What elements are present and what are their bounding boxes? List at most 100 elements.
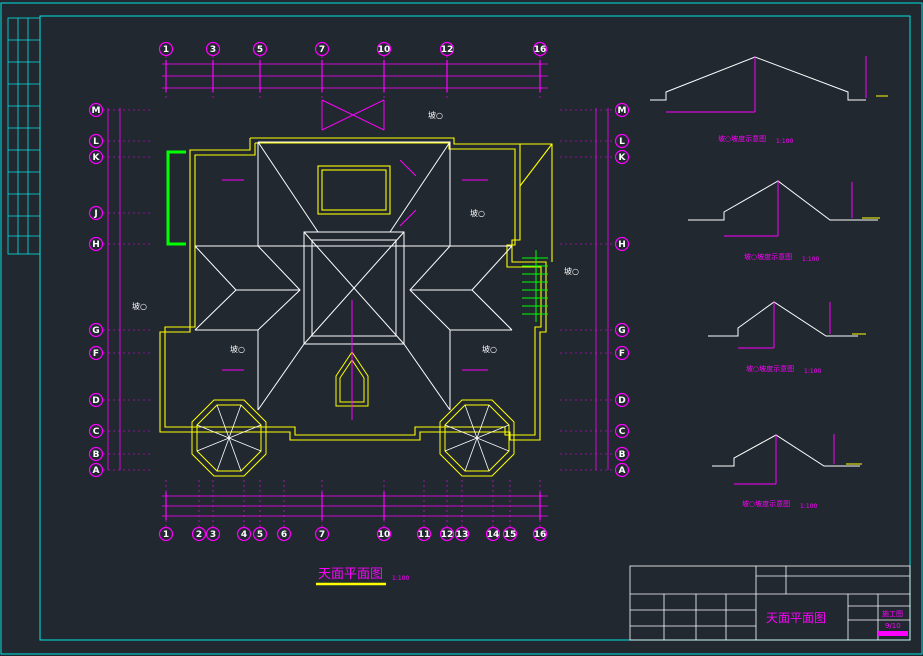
axis-label: M [92,106,101,116]
axis-label: H [618,240,626,250]
axis-top-12: 12 [439,41,455,57]
axis-label: 3 [210,45,216,55]
axis-label: 5 [257,45,263,55]
section-title: 坡○坡度示意图 [746,364,794,373]
axis-label: D [618,396,625,406]
axis-label: L [93,137,99,147]
axis-label: 11 [418,530,431,540]
axis-label: 1 [163,45,169,55]
plan-scale: 1:100 [392,575,409,582]
title-block-stage: 施工图 [882,609,903,618]
parapet-walls [159,137,553,441]
axis-label: 13 [456,530,469,540]
axis-top-5: 5 [252,41,268,57]
axis-label: 12 [441,45,454,55]
right-turret [439,399,515,477]
axis-bottom-3: 3 [205,526,221,542]
title-block-stamp-bar [878,631,908,636]
axis-top-16: 16 [532,41,548,57]
axis-left-L: L [88,133,104,149]
axis-top-1: 1 [158,41,174,57]
section-scale: 1:100 [776,138,793,145]
axis-bottom-2: 2 [191,526,207,542]
axis-bottom-15: 15 [502,526,518,542]
axis-label: 16 [534,530,547,540]
section-title: 坡○坡度示意图 [742,499,790,508]
axis-label: B [619,450,626,460]
axis-right-L: L [614,133,630,149]
revision-strip [7,17,41,255]
axis-bottom-5: 5 [252,526,268,542]
axis-label: K [619,153,627,163]
axis-left-H: H [88,236,104,252]
section-1 [650,56,888,113]
section-4 [712,434,862,485]
axis-bottom-12: 12 [439,526,455,542]
axis-right-F: F [614,345,630,361]
axis-bottom-10: 10 [376,526,392,542]
section-3 [708,301,866,349]
axis-label: 12 [441,530,454,540]
axis-left-M: M [88,102,104,118]
axis-bottom-16: 16 [532,526,548,542]
axis-label: A [93,466,100,476]
axis-label: 14 [487,530,500,540]
axis-left-G: G [88,322,104,338]
cad-drawing-canvas: 1 3 5 7 10 12 161 2 3 4 5 6 7 10 11 12 13 14 15 16MLKJHGFDC… [0,2,923,655]
section-scale: 1:100 [804,368,821,375]
title-block [629,565,911,641]
axis-right-D: D [614,392,630,408]
axis-top-7: 7 [314,41,330,57]
roof-plan [159,99,553,477]
axis-label: B [93,450,100,460]
axis-label: 3 [210,530,216,540]
axis-left-C: C [88,423,104,439]
axis-label: L [619,137,625,147]
slope-mark: 坡○ [470,208,485,218]
axis-bottom-14: 14 [485,526,501,542]
axis-bottom-13: 13 [454,526,470,542]
axis-right-B: B [614,446,630,462]
axis-grid: 1 3 5 7 10 12 161 2 3 4 5 6 7 10 11 12 13 14 15 16MLKJHGFDC… [88,41,630,542]
axis-label: C [619,427,626,437]
axis-label: 16 [534,45,547,55]
axis-label: A [619,466,626,476]
axis-label: D [92,396,99,406]
axis-bottom-4: 4 [236,526,252,542]
axis-label: 15 [504,530,517,540]
axis-label: 6 [281,530,287,540]
axis-label: K [93,153,101,163]
section-scale: 1:100 [800,503,817,510]
plan-title: 天面平面图 [318,567,383,582]
axis-label: C [93,427,100,437]
axis-left-B: B [88,446,104,462]
axis-label: 7 [319,530,325,540]
title-block-drawing-name: 天面平面图 [766,611,826,625]
axis-label: F [93,349,99,359]
axis-left-J: J [88,205,104,221]
section-scale: 1:100 [802,256,819,263]
title-block-sheet: 9/10 [885,622,901,630]
slope-mark: 坡○ [132,301,147,311]
axis-bottom-1: 1 [158,526,174,542]
axis-label: G [92,326,99,336]
axis-right-H: H [614,236,630,252]
section-title: 坡○坡度示意图 [718,134,766,143]
slope-mark: 坡○ [230,344,245,354]
axis-right-K: K [614,149,630,165]
axis-top-3: 3 [205,41,221,57]
slope-mark: 坡○ [428,110,443,120]
section-title: 坡○坡度示意图 [744,252,792,261]
axis-label: G [618,326,625,336]
axis-bottom-6: 6 [276,526,292,542]
drawing-frame [0,2,923,655]
axis-label: 10 [378,530,391,540]
axis-label: 7 [319,45,325,55]
axis-label: M [618,106,627,116]
axis-label: 10 [378,45,391,55]
axis-bottom-7: 7 [314,526,330,542]
axis-label: J [93,209,97,219]
plan-title-block: 天面平面图 1:100 [316,567,409,586]
axis-label: 5 [257,530,263,540]
axis-bottom-11: 11 [416,526,432,542]
